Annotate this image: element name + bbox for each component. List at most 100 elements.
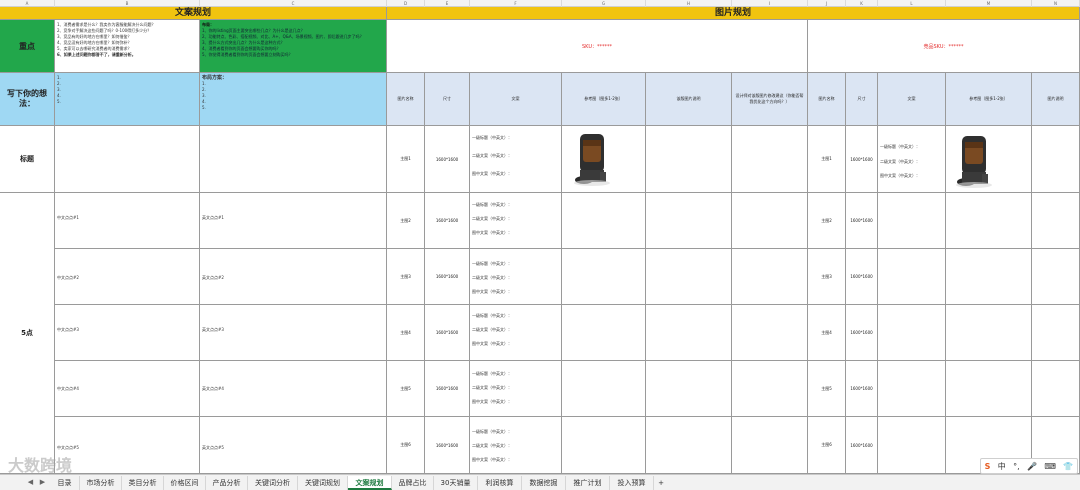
size-cell-right[interactable]: 1600*1600 [846, 305, 878, 361]
sku-cell[interactable]: SKU：****** [387, 20, 808, 73]
copy-cell-right[interactable] [878, 193, 946, 249]
bullet-en-cell[interactable]: 英文点点#4 [200, 361, 387, 417]
tab-price-range[interactable]: 价格区间 [164, 476, 206, 490]
copy-cell-right[interactable]: 一级标题（中英文）： 二级文案（中英文）： 图中文案（中英文）： [878, 126, 946, 193]
focus-label-cell[interactable]: 重点 [0, 20, 55, 73]
image-name-cell-right[interactable]: 主图3 [808, 249, 846, 305]
col-D[interactable]: D [387, 0, 425, 7]
size-cell-right[interactable]: 1600*1600 [846, 417, 878, 474]
banner-image-planning[interactable]: 图片规划 [387, 7, 1080, 20]
reference-image-cell-right[interactable] [946, 361, 1032, 417]
punctuation-icon[interactable]: °, [1013, 462, 1020, 471]
reference-image-cell[interactable] [562, 193, 646, 249]
tab-investment-budget[interactable]: 投入预算 [610, 476, 654, 490]
size-cell[interactable]: 1600*1600 [425, 193, 470, 249]
header-copy[interactable]: 文案 [470, 73, 562, 126]
bullet-cn-cell[interactable]: 中文点点#1 [55, 193, 200, 249]
designer-suggestion-cell[interactable] [732, 249, 808, 305]
header-copy-right[interactable]: 文案 [878, 73, 946, 126]
reference-image-cell-right[interactable] [946, 126, 1032, 193]
image-name-cell-right[interactable]: 主图6 [808, 417, 846, 474]
header-size-right[interactable]: 尺寸 [846, 73, 878, 126]
banner-copy-planning[interactable]: 文案规划 [0, 7, 387, 20]
reference-image-cell-right[interactable] [946, 193, 1032, 249]
col-M[interactable]: M [946, 0, 1032, 7]
header-reference-image[interactable]: 参考图（图多1-2张） [562, 73, 646, 126]
bullet-cn-cell[interactable]: 中文点点#4 [55, 361, 200, 417]
reference-image-cell[interactable] [562, 305, 646, 361]
bullet-en-cell[interactable]: 英文点点#3 [200, 305, 387, 361]
tab-catalog[interactable]: 目录 [50, 476, 80, 490]
image-name-cell-right[interactable]: 主图2 [808, 193, 846, 249]
copy-cell[interactable]: 一级标题（中英文）： 二级文案（中英文）： 图中文案（中英文）： [470, 305, 562, 361]
chinese-mode-button[interactable]: 中 [998, 461, 1006, 472]
reference-image-cell-right[interactable] [946, 249, 1032, 305]
tab-30day-sales[interactable]: 30天销量 [434, 476, 478, 490]
tab-category-analysis[interactable]: 类目分析 [122, 476, 164, 490]
tab-product-analysis[interactable]: 产品分析 [206, 476, 248, 490]
ime-toolbar[interactable]: S 中 °, 🎤 ⌨ 👕 [980, 458, 1078, 474]
col-E[interactable]: E [425, 0, 470, 7]
image-description-cell[interactable] [646, 305, 732, 361]
focus-questions-cell[interactable]: 1、消费者需求是什么？我卖作为客服能解决什么问题？ 2、竞争对手解决这些问题了吗… [55, 20, 200, 73]
image-name-cell[interactable]: 主图6 [387, 417, 425, 474]
col-B[interactable]: B [55, 0, 200, 7]
image-name-cell-right[interactable]: 主图1 [808, 126, 846, 193]
image-name-cell-right[interactable]: 主图5 [808, 361, 846, 417]
layout-points-cell[interactable]: 布局： 1、你的listing页面主要突出哪些几点？为什么是这几点？ 2、功能特… [200, 20, 387, 73]
size-cell[interactable]: 1600*1600 [425, 361, 470, 417]
bullet-en-cell[interactable]: 英文点点#1 [200, 193, 387, 249]
bullet-en-cell[interactable]: 英文点点#5 [200, 417, 387, 474]
col-G[interactable]: G [562, 0, 646, 7]
image-description-cell[interactable] [646, 126, 732, 193]
image-name-cell[interactable]: 主图1 [387, 126, 425, 193]
copy-cell[interactable]: 一级标题（中英文）： 二级文案（中英文）： 图中文案（中英文）： [470, 126, 562, 193]
header-size[interactable]: 尺寸 [425, 73, 470, 126]
copy-cell[interactable]: 一级标题（中英文）： 二级文案（中英文）： 图中文案（中英文）： [470, 361, 562, 417]
image-description-cell[interactable] [646, 417, 732, 474]
add-sheet-button[interactable]: + [654, 476, 668, 490]
prev-sheet-arrow-icon[interactable]: ◀ [26, 477, 35, 488]
col-H[interactable]: H [646, 0, 732, 7]
layout-plan-cell[interactable]: 布局方案： 1. 2. 3. 4. 5. [200, 73, 387, 126]
image-name-cell[interactable]: 主图2 [387, 193, 425, 249]
tab-market-analysis[interactable]: 市场分析 [80, 476, 122, 490]
copy-cell-right[interactable] [878, 249, 946, 305]
reference-image-cell[interactable] [562, 249, 646, 305]
header-reference-image-right[interactable]: 参考图（图多1-2张） [946, 73, 1032, 126]
copy-cell[interactable]: 一级标题（中英文）： 二级文案（中英文）： 图中文案（中英文）： [470, 193, 562, 249]
tab-copy-planning[interactable]: 文案规划 [348, 476, 392, 490]
five-points-label[interactable]: 5点 [0, 193, 55, 474]
image-name-cell[interactable]: 主图4 [387, 305, 425, 361]
col-N[interactable]: N [1032, 0, 1080, 7]
designer-suggestion-cell[interactable] [732, 417, 808, 474]
header-image-description[interactable]: 该版图片说明 [646, 73, 732, 126]
col-K[interactable]: K [846, 0, 878, 7]
tab-profit-calc[interactable]: 利润核算 [478, 476, 522, 490]
designer-suggestion-cell[interactable] [732, 361, 808, 417]
copy-cell[interactable]: 一级标题（中英文）： 二级文案（中英文）： 图中文案（中英文）： [470, 417, 562, 474]
copy-cell-right[interactable] [878, 305, 946, 361]
microphone-icon[interactable]: 🎤 [1027, 462, 1037, 471]
title-row-label[interactable]: 标题 [0, 126, 55, 193]
title-cn-cell[interactable] [55, 126, 200, 193]
col-J[interactable]: J [808, 0, 846, 7]
size-cell-right[interactable]: 1600*1600 [846, 126, 878, 193]
size-cell-right[interactable]: 1600*1600 [846, 361, 878, 417]
copy-cell-right[interactable] [878, 417, 946, 474]
image-name-cell[interactable]: 主图3 [387, 249, 425, 305]
copy-cell[interactable]: 一级标题（中英文）： 二级文案（中英文）： 图中文案（中英文）： [470, 249, 562, 305]
col-I[interactable]: I [732, 0, 808, 7]
image-description-cell-right[interactable] [1032, 361, 1080, 417]
header-designer-suggestion[interactable]: 设计师对该版图片修改建议（你能否帮我优化这个方向吗？） [732, 73, 808, 126]
write-ideas-cell[interactable]: 1. 2. 3. 4. 5. [55, 73, 200, 126]
size-cell-right[interactable]: 1600*1600 [846, 249, 878, 305]
designer-suggestion-cell[interactable] [732, 193, 808, 249]
image-description-cell[interactable] [646, 193, 732, 249]
title-en-cell[interactable] [200, 126, 387, 193]
size-cell[interactable]: 1600*1600 [425, 305, 470, 361]
reference-image-cell[interactable] [562, 361, 646, 417]
tab-brand-share[interactable]: 品牌占比 [392, 476, 434, 490]
keyboard-icon[interactable]: ⌨ [1044, 462, 1056, 471]
image-description-cell[interactable] [646, 361, 732, 417]
